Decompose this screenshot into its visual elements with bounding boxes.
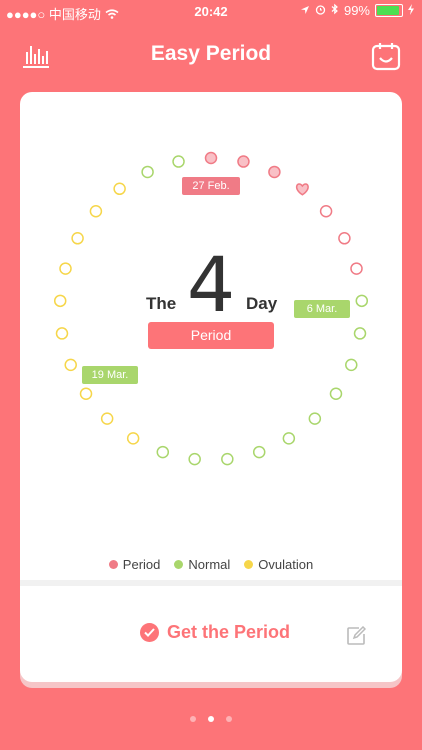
normal-start-tag: 6 Mar. <box>294 300 350 318</box>
day-dot-normal[interactable] <box>252 445 266 459</box>
day-dot-ovulation[interactable] <box>100 412 114 425</box>
bluetooth-icon <box>331 3 339 18</box>
day-dot-ovulation[interactable] <box>55 327 69 340</box>
day-dot-ovulation[interactable] <box>89 204 103 218</box>
day-dot-ovulation[interactable] <box>64 358 77 372</box>
day-dot-normal[interactable] <box>345 358 358 372</box>
legend-label: Normal <box>188 557 231 572</box>
section-divider <box>20 580 402 586</box>
status-icons: 99% <box>300 3 414 18</box>
day-dot-normal[interactable] <box>172 155 185 168</box>
day-dot-normal[interactable] <box>353 327 367 340</box>
day-dot-ovulation[interactable] <box>113 182 126 196</box>
heart-icon[interactable] <box>295 183 309 196</box>
day-dot-normal[interactable] <box>221 452 234 466</box>
check-circle-icon <box>140 623 159 642</box>
alarm-icon <box>315 3 326 18</box>
legend-dot <box>244 560 254 569</box>
day-dot-normal[interactable] <box>188 452 201 466</box>
day-dot-normal[interactable] <box>141 165 154 179</box>
day-dot-period[interactable] <box>237 155 250 168</box>
day-dot-normal[interactable] <box>308 412 322 425</box>
legend-item: Normal <box>174 557 230 572</box>
day-dot-period[interactable] <box>319 204 333 218</box>
day-prefix: The <box>146 294 177 313</box>
legend-dot <box>174 560 184 569</box>
status-bar: ●●●●○ 中国移动 20:42 99% <box>0 0 422 22</box>
day-dot-period[interactable] <box>204 151 218 165</box>
phase-status-badge: Period <box>148 322 274 349</box>
day-dot-ovulation[interactable] <box>79 387 93 400</box>
edit-icon <box>347 625 367 645</box>
page-indicator <box>0 716 422 722</box>
legend-item: Ovulation <box>244 557 313 572</box>
day-suffix: Day <box>246 294 278 313</box>
calendar-button[interactable] <box>370 40 402 72</box>
day-dot-normal[interactable] <box>282 432 296 445</box>
ovulation-start-tag: 19 Mar. <box>82 366 138 384</box>
day-dot-ovulation[interactable] <box>126 432 140 445</box>
app-title: Easy Period <box>150 42 272 65</box>
day-dot-period[interactable] <box>268 165 281 179</box>
day-dot-normal[interactable] <box>156 445 170 459</box>
legend-dot <box>108 560 118 569</box>
charging-icon <box>408 3 414 18</box>
page-dot[interactable] <box>190 716 196 722</box>
battery-icon <box>375 4 403 17</box>
page-dot[interactable] <box>226 716 232 722</box>
legend-label: Ovulation <box>258 557 314 572</box>
day-dot-normal[interactable] <box>329 387 343 400</box>
get-period-label: Get the Period <box>167 622 291 642</box>
period-start-tag: 27 Feb. <box>182 177 240 195</box>
get-period-button[interactable]: Get the Period <box>140 622 290 643</box>
cycle-card: 4 The Day Period 27 Feb. 6 Mar. 19 Mar. … <box>20 92 402 682</box>
legend-label: Period <box>122 557 161 572</box>
battery-percent: 99% <box>343 3 370 18</box>
legend-item: Period <box>108 557 161 572</box>
page-dot[interactable] <box>208 716 214 722</box>
edit-button[interactable] <box>346 625 367 646</box>
location-icon <box>300 3 310 18</box>
battery-fill <box>377 6 399 15</box>
phase-legend: Period Normal Ovulation <box>20 557 402 572</box>
calendar-face-icon <box>371 43 401 71</box>
